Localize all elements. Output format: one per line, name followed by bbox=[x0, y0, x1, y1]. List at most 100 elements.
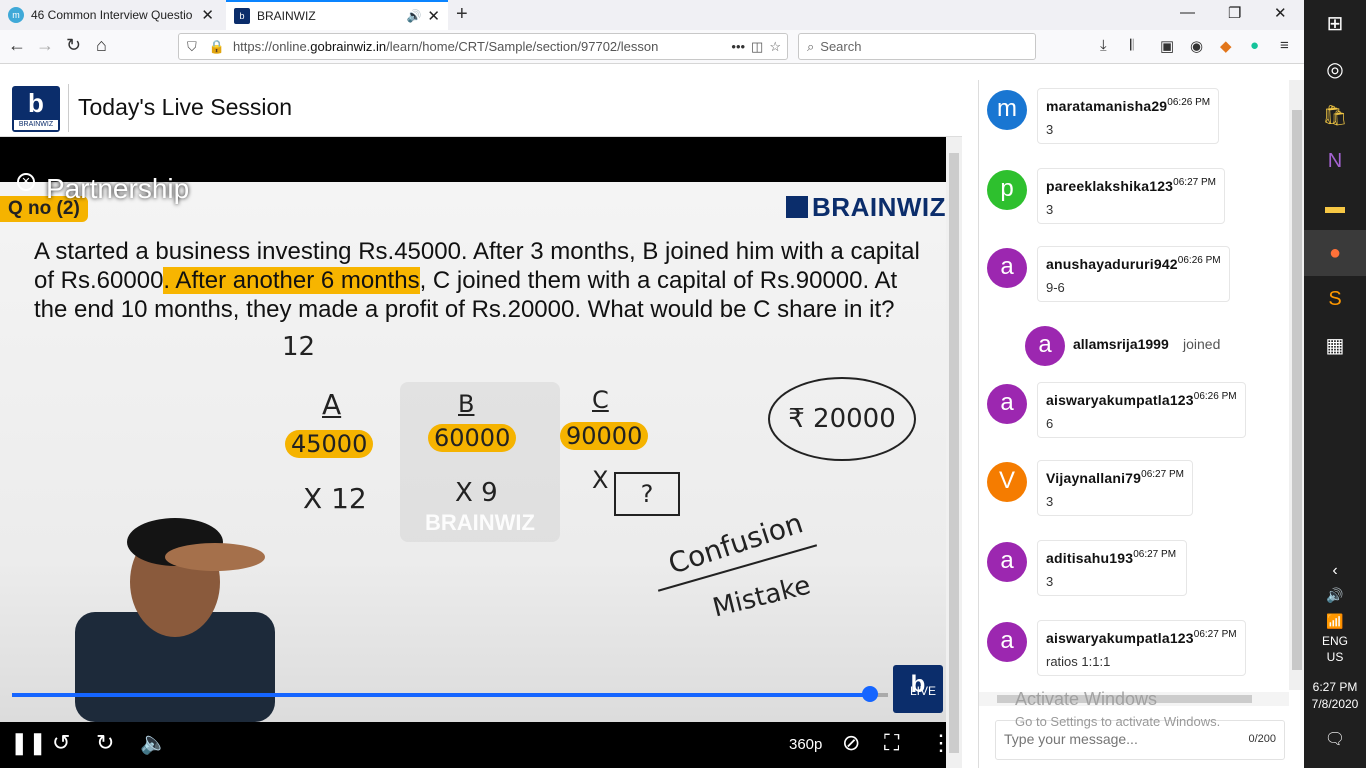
forward-icon[interactable]: → bbox=[36, 35, 54, 56]
close-window-icon[interactable]: ✕ bbox=[1274, 4, 1287, 22]
pocket-icon[interactable]: ◫ bbox=[751, 39, 763, 55]
close-tab-icon[interactable]: ✕ bbox=[427, 7, 440, 25]
firefox-icon[interactable]: ● bbox=[1304, 230, 1366, 276]
video-player[interactable]: Q no (2) BRAINWIZ A started a business i… bbox=[0, 137, 946, 768]
chat-username: Vijaynallani79 bbox=[1046, 470, 1142, 486]
quality-selector[interactable]: 360p bbox=[789, 736, 822, 753]
minimize-icon[interactable]: — bbox=[1180, 4, 1195, 21]
page-actions-icon[interactable]: ••• bbox=[731, 39, 745, 54]
question-text: A started a business investing Rs.45000.… bbox=[34, 237, 934, 324]
slide-brand-text: BRAINWIZ bbox=[812, 192, 946, 222]
hw-a: A bbox=[322, 388, 342, 421]
avatar: a bbox=[987, 622, 1027, 662]
chat-text: 3 bbox=[1046, 574, 1054, 589]
chat-bubble: anushayadururi94206:26 PM 9-6 bbox=[1037, 246, 1230, 302]
rewind-10-icon[interactable]: ↺ bbox=[52, 730, 70, 756]
progress-knob[interactable] bbox=[862, 686, 878, 702]
file-explorer-icon[interactable]: ▬ bbox=[1304, 184, 1366, 230]
hw-b-value: 60000 bbox=[428, 424, 517, 452]
start-icon[interactable]: ⊞ bbox=[1304, 0, 1366, 46]
hw-c: C bbox=[592, 386, 609, 414]
chat-text: 9-6 bbox=[1046, 280, 1065, 295]
tab-interview-questions[interactable]: m 46 Common Interview Questio ✕ bbox=[0, 0, 222, 30]
chat-text: ratios 1:1:1 bbox=[1046, 654, 1111, 669]
chat-timestamp: 06:27 PM bbox=[1141, 469, 1184, 480]
language-line2[interactable]: US bbox=[1304, 650, 1366, 664]
speaker-icon[interactable]: 🔊 bbox=[406, 9, 421, 23]
tab-brainwiz[interactable]: b BRAINWIZ 🔊 ✕ bbox=[226, 0, 448, 30]
brainwiz-logo[interactable]: b BRAINWIZ bbox=[12, 86, 60, 132]
home-icon[interactable]: ⌂ bbox=[96, 35, 107, 56]
cortana-icon[interactable]: ◎ bbox=[1304, 46, 1366, 92]
clock-date[interactable]: 7/8/2020 bbox=[1304, 697, 1366, 711]
chat-scrollbar[interactable] bbox=[1289, 80, 1305, 690]
progress-bar[interactable] bbox=[12, 693, 872, 697]
activate-windows-title: Activate Windows bbox=[1015, 689, 1158, 709]
chat-timestamp: 06:26 PM bbox=[1193, 391, 1237, 402]
download-icon[interactable]: ⤓ bbox=[1100, 37, 1107, 54]
chat-timestamp: 06:26 PM bbox=[1177, 255, 1221, 266]
clock-time[interactable]: 6:27 PM bbox=[1304, 680, 1366, 694]
volume-icon[interactable]: 🔈 bbox=[140, 730, 167, 756]
sidebar-icon[interactable]: ▣ bbox=[1160, 37, 1174, 55]
language-line1[interactable]: ENG bbox=[1304, 634, 1366, 648]
avatar: p bbox=[987, 170, 1027, 210]
reload-icon[interactable]: ↻ bbox=[66, 35, 81, 56]
new-tab-button[interactable]: + bbox=[456, 3, 468, 26]
url-bar[interactable]: ⛉ 🔒 https://online.gobrainwiz.in/learn/h… bbox=[178, 33, 788, 60]
chat-text: 3 bbox=[1046, 202, 1054, 217]
restore-icon[interactable]: ❐ bbox=[1228, 4, 1241, 22]
hw-times: X bbox=[592, 466, 609, 494]
library-icon[interactable]: 𝄃 bbox=[1130, 37, 1133, 54]
chat-username: aiswaryakumpatla123 bbox=[1046, 392, 1194, 408]
watermark: BRAINWIZ bbox=[400, 382, 560, 542]
onenote-icon[interactable]: N bbox=[1304, 138, 1366, 184]
back-icon[interactable]: ← bbox=[8, 35, 26, 56]
hw-a-value: 45000 bbox=[285, 430, 374, 458]
menu-icon[interactable]: ≡ bbox=[1280, 37, 1289, 54]
slide-brand: BRAINWIZ bbox=[786, 192, 946, 223]
close-tab-icon[interactable]: ✕ bbox=[201, 6, 214, 24]
store-icon[interactable]: 🛍 bbox=[1304, 92, 1366, 138]
join-label: joined bbox=[1183, 336, 1221, 352]
message-input[interactable] bbox=[1004, 731, 1224, 747]
pause-icon[interactable]: ❚❚ bbox=[10, 730, 47, 756]
fullscreen-icon[interactable]: ⛶ bbox=[884, 730, 899, 756]
calculator-icon[interactable]: ▦ bbox=[1304, 322, 1366, 368]
url-text[interactable]: https://online.gobrainwiz.in/learn/home/… bbox=[233, 39, 725, 54]
hw-c-value: 90000 bbox=[560, 422, 649, 450]
nav-bar: ← → ↻ ⌂ ⛉ 🔒 https://online.gobrainwiz.in… bbox=[0, 30, 1304, 64]
avatar: a bbox=[987, 248, 1027, 288]
search-placeholder: Search bbox=[820, 39, 862, 54]
chat-bubble: pareeklakshika12306:27 PM 3 bbox=[1037, 168, 1225, 224]
more-options-icon[interactable]: ⋮ bbox=[930, 730, 946, 756]
chat-bubble: maratamanisha2906:26 PM 3 bbox=[1037, 88, 1220, 144]
hw-mistake: Mistake bbox=[709, 570, 814, 624]
avatar: V bbox=[987, 462, 1027, 502]
search-input[interactable]: ⌕ Search bbox=[798, 33, 1036, 60]
avatar: m bbox=[987, 90, 1027, 130]
bookmark-star-icon[interactable]: ☆ bbox=[769, 39, 781, 55]
page-title: Today's Live Session bbox=[78, 94, 293, 120]
sublime-icon[interactable]: S bbox=[1304, 276, 1366, 322]
logo-text: BRAINWIZ bbox=[14, 120, 58, 130]
header-divider bbox=[68, 84, 69, 132]
video-title: Partnership bbox=[46, 173, 190, 204]
tab-title: 46 Common Interview Questio bbox=[31, 8, 193, 22]
chat-username: maratamanisha29 bbox=[1046, 98, 1168, 114]
chat-bubble: aditisahu19306:27 PM 3 bbox=[1037, 540, 1187, 596]
chat-timestamp: 06:27 PM bbox=[1193, 629, 1237, 640]
page-scrollbar[interactable] bbox=[946, 137, 962, 768]
metamask-icon[interactable]: ◆ bbox=[1220, 37, 1232, 55]
chat-panel: m maratamanisha2906:26 PM 3 p pareeklaks… bbox=[978, 80, 1305, 768]
account-icon[interactable]: ◉ bbox=[1190, 37, 1203, 55]
forward-10-icon[interactable]: ↻ bbox=[96, 730, 114, 756]
url-prefix: https://online. bbox=[232, 39, 311, 54]
notifications-icon[interactable]: 🗨 bbox=[1304, 716, 1366, 762]
chat-username: pareeklakshika123 bbox=[1046, 178, 1174, 194]
chat-timestamp: 06:27 PM bbox=[1133, 549, 1177, 560]
presenter-video bbox=[75, 518, 275, 722]
captions-off-icon[interactable]: ⊘ bbox=[842, 730, 860, 756]
grammarly-icon[interactable]: ● bbox=[1250, 37, 1259, 54]
close-title-icon[interactable]: ✕ bbox=[17, 173, 35, 191]
